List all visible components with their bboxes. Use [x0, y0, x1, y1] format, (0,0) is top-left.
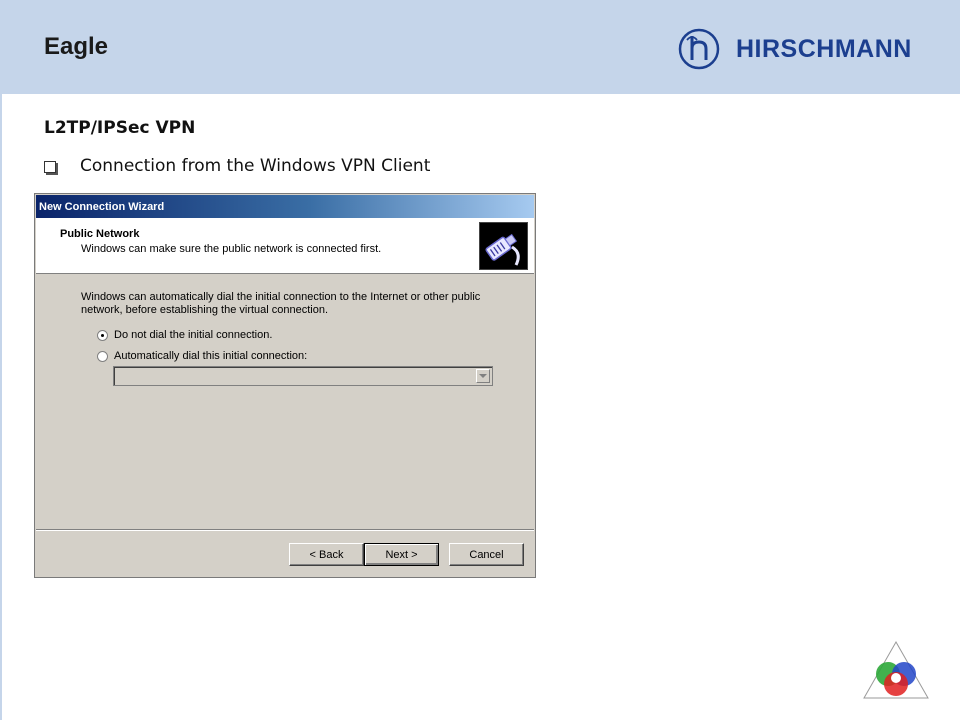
slide-title: Eagle — [44, 33, 109, 60]
radio-option-no-dial[interactable]: Do not dial the initial connection. — [97, 329, 272, 341]
color-circles-logo-icon — [863, 640, 929, 699]
section-heading: L2TP/IPSec VPN — [44, 118, 196, 138]
wizard-header-subtitle: Windows can make sure the public network… — [81, 243, 382, 255]
dialog-title: New Connection Wizard — [39, 201, 165, 213]
initial-connection-combobox[interactable] — [113, 366, 493, 386]
wizard-description-line-1: Windows can automatically dial the initi… — [81, 291, 481, 303]
radio-label-no-dial[interactable]: Do not dial the initial connection. — [114, 329, 272, 341]
back-button[interactable]: < Back — [289, 543, 364, 566]
radio-button-auto-dial[interactable] — [97, 350, 108, 362]
footer-divider — [36, 529, 534, 531]
bullet-text: Connection from the Windows VPN Client — [80, 156, 431, 176]
chevron-down-icon — [479, 374, 487, 378]
radio-button-no-dial[interactable] — [97, 329, 108, 341]
wizard-header: Public Network Windows can make sure the… — [36, 218, 534, 274]
new-connection-wizard-dialog: New Connection Wizard Public Network Win… — [34, 193, 536, 578]
bullet-item: Connection from the Windows VPN Client — [44, 156, 430, 176]
brand-logo: HIRSCHMANN — [678, 27, 912, 71]
left-accent-rule — [0, 94, 2, 720]
radio-option-auto-dial[interactable]: Automatically dial this initial connecti… — [97, 350, 307, 362]
cancel-button[interactable]: Cancel — [449, 543, 524, 566]
wizard-description-line-2: network, before establishing the virtual… — [81, 304, 329, 316]
wizard-header-title: Public Network — [60, 228, 140, 240]
network-cable-icon — [479, 222, 528, 270]
square-bullet-icon — [44, 161, 56, 173]
dialog-titlebar[interactable]: New Connection Wizard — [36, 195, 534, 218]
brand-name: HIRSCHMANN — [736, 34, 912, 63]
combobox-dropdown-button[interactable] — [476, 369, 490, 383]
slide-header: Eagle HIRSCHMANN — [0, 0, 960, 94]
next-button[interactable]: Next > — [364, 543, 439, 566]
wizard-description: Windows can automatically dial the initi… — [81, 291, 501, 317]
hirschmann-h-icon — [678, 28, 720, 70]
radio-label-auto-dial[interactable]: Automatically dial this initial connecti… — [114, 350, 307, 362]
